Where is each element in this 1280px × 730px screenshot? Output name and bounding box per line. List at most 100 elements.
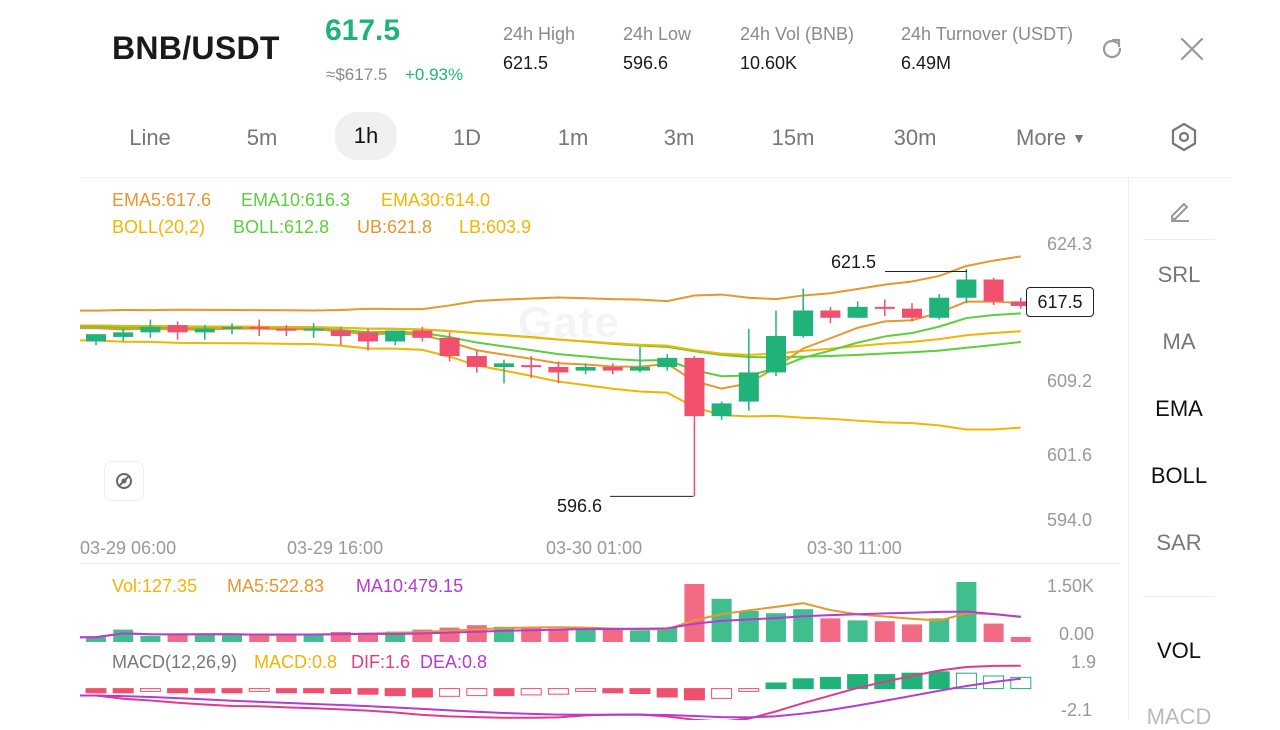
side-item-ma[interactable]: MA: [1130, 329, 1228, 355]
macd-bar: [493, 688, 515, 697]
macd-bar: [112, 688, 134, 694]
macd-bar: [928, 671, 950, 690]
candle-body: [466, 356, 487, 367]
legend-ema10: EMA10:616.3: [241, 190, 351, 210]
candle-body: [330, 330, 351, 336]
side-item-boll[interactable]: BOLL: [1130, 463, 1228, 489]
side-divider: [1143, 596, 1215, 597]
tab-1m[interactable]: 1m: [548, 120, 598, 156]
macd-bar: [384, 688, 406, 697]
tab-30m[interactable]: 30m: [884, 120, 946, 156]
side-item-vol[interactable]: VOL: [1130, 638, 1228, 664]
candle-body: [412, 330, 433, 338]
candle-body: [140, 326, 161, 333]
volume-bar: [738, 610, 759, 642]
stat-turnover-label: 24h Turnover (USDT): [901, 24, 1074, 44]
side-item-sar[interactable]: SAR: [1130, 530, 1228, 556]
volume-bar: [575, 629, 596, 642]
macd-bar: [819, 676, 841, 690]
candle-body: [575, 366, 596, 371]
volume-bar: [902, 624, 922, 642]
candle-body: [249, 326, 270, 329]
last-price: 617.5: [325, 14, 401, 47]
tab-more[interactable]: More ▼: [1006, 120, 1096, 156]
tab-1d[interactable]: 1D: [444, 120, 490, 156]
candle-body: [793, 310, 814, 336]
candle-body: [521, 365, 542, 368]
macd-bar: [683, 688, 705, 701]
candle-body: [303, 328, 324, 331]
close-icon[interactable]: [1176, 33, 1208, 65]
side-item-macd[interactable]: MACD: [1130, 704, 1228, 730]
macd-bar: [792, 678, 814, 690]
drawing-tools-icon[interactable]: [104, 461, 144, 501]
macd-bar: [466, 688, 488, 697]
stat-vol-label: 24h Vol (BNB): [740, 24, 855, 44]
candle-body: [956, 279, 977, 298]
tab-5m[interactable]: 5m: [236, 120, 288, 156]
volume-bar: [684, 584, 705, 642]
legend-lb: LB:603.9: [459, 217, 532, 237]
stat-high-value: 621.5: [503, 53, 549, 73]
candle-body: [602, 366, 623, 371]
change-percent: +0.93%: [405, 65, 464, 84]
candle-body: [902, 308, 922, 318]
stat-high-label: 24h High: [503, 24, 576, 44]
candle-body: [167, 325, 188, 333]
volume-bar: [113, 629, 134, 642]
candle-body: [711, 403, 732, 417]
side-item-srl[interactable]: SRL: [1130, 262, 1228, 288]
candle-body: [548, 366, 569, 373]
legend-ema30: EMA30:614.0: [381, 190, 491, 210]
stat-low-label: 24h Low: [623, 24, 692, 44]
time-axis-label: 03-30 11:00: [807, 538, 902, 558]
macd-bar: [711, 688, 733, 699]
tab-line[interactable]: Line: [120, 120, 180, 156]
macd-bar: [167, 688, 189, 694]
volume-bar: [929, 618, 950, 642]
watermark-logo: Gate: [518, 298, 620, 348]
macd-bar: [139, 688, 161, 692]
candle-body: [766, 336, 786, 373]
macd-bar: [248, 688, 270, 692]
caret-down-icon: ▼: [1072, 130, 1086, 146]
legend-ub: UB:621.8: [357, 217, 433, 237]
macd-bar: [330, 688, 352, 694]
rotate-screen-icon[interactable]: [1096, 33, 1128, 65]
tab-3m[interactable]: 3m: [654, 120, 704, 156]
macd-bar: [765, 682, 787, 690]
macd-bar: [411, 688, 433, 698]
legend-boll: BOLL:612.8: [233, 217, 330, 237]
macd-bar: [357, 688, 379, 695]
tab-1h[interactable]: 1h: [335, 112, 397, 160]
candle-body: [194, 328, 215, 333]
volume-bar: [874, 621, 895, 642]
candlestick-chart[interactable]: [80, 240, 1120, 530]
volume-bar: [140, 636, 161, 642]
candle-body: [874, 306, 895, 309]
volume-bar: [983, 623, 1004, 642]
candle-body: [358, 332, 378, 342]
macd-chart: [80, 664, 1032, 720]
settings-hexagon-icon[interactable]: [1168, 121, 1200, 153]
pencil-icon[interactable]: [1164, 194, 1196, 226]
candle-body: [222, 326, 242, 329]
volume-bar: [820, 618, 841, 642]
candle-body: [276, 328, 297, 331]
candle-body: [820, 310, 841, 318]
candle-body: [385, 330, 406, 342]
macd-bar: [602, 688, 624, 694]
legend-ema5: EMA5:617.6: [112, 190, 212, 210]
volume-divider: [80, 563, 1120, 564]
legend-boll-params: BOLL(20,2): [112, 217, 206, 237]
candle-body: [847, 306, 868, 318]
side-item-ema[interactable]: EMA: [1130, 396, 1228, 422]
candle-body: [494, 363, 514, 367]
macd-bar: [656, 688, 678, 698]
tab-more-label: More: [1016, 125, 1067, 150]
side-divider: [1143, 239, 1215, 240]
tab-15m[interactable]: 15m: [762, 120, 824, 156]
side-panel-divider: [1128, 178, 1129, 720]
candle-body: [738, 372, 759, 402]
macd-bar: [738, 688, 760, 692]
